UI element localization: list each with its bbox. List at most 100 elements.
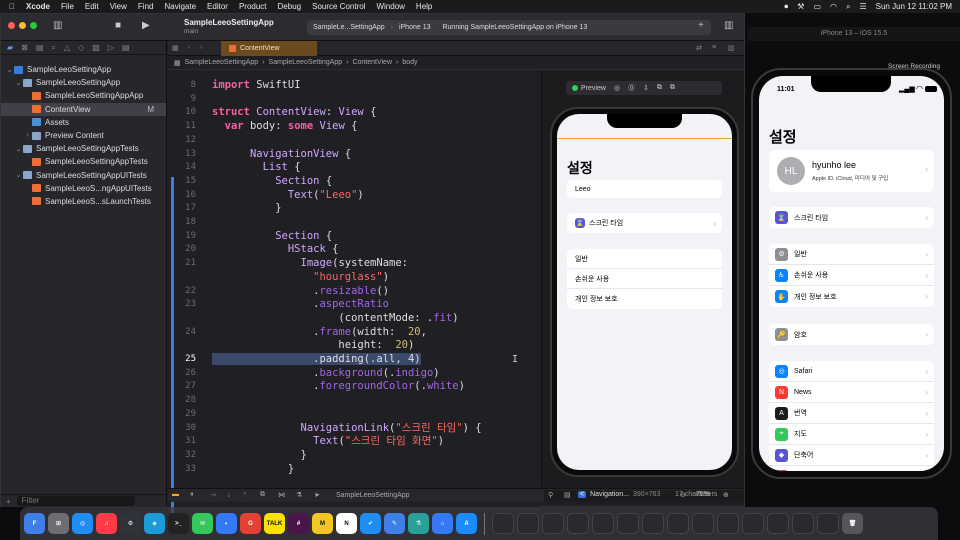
- search-icon[interactable]: ⌕: [846, 2, 850, 12]
- dock-minimized-window[interactable]: [792, 513, 814, 534]
- dock-app-icon[interactable]: ◐: [216, 513, 237, 534]
- file-tree-item[interactable]: SampleLeeoSettingAppTests: [1, 155, 166, 168]
- preview-row-privacy[interactable]: 개인 정보 보호: [567, 289, 722, 309]
- code-line[interactable]: .aspectRatio: [212, 298, 389, 312]
- dock-minimized-window[interactable]: [642, 513, 664, 534]
- file-tree-item[interactable]: ⌄ SampleLeeoSettingAppUITests: [1, 169, 166, 182]
- simulator-screen[interactable]: 11:01 ▂▄▆ ◠ 설정 HL hyunho lee Apple ID, i…: [759, 76, 944, 471]
- duplicate-icon[interactable]: ⧉: [670, 84, 675, 92]
- device-selector[interactable]: iPhone 13: [399, 24, 431, 31]
- settings-row[interactable]: A 번역 ›: [769, 403, 934, 424]
- code-line[interactable]: .background(.indigo): [212, 367, 439, 381]
- code-line[interactable]: "hourglass"): [212, 271, 389, 285]
- wifi-icon[interactable]: ◠: [830, 2, 837, 11]
- code-line[interactable]: var body: some View {: [212, 120, 358, 134]
- inspector-toggle-icon[interactable]: ▥: [724, 20, 733, 31]
- preview-row-leeo[interactable]: Leeo: [567, 180, 722, 198]
- settings-row[interactable]: ✋ 개인 정보 보호 ›: [769, 286, 934, 307]
- settings-row[interactable]: ♥건강›: [769, 466, 934, 471]
- code-line[interactable]: Text("스크린 타임 화면"): [212, 435, 444, 449]
- code-line[interactable]: .frame(width: 20,: [212, 326, 427, 340]
- menubar-clock[interactable]: Sun Jun 12 11:02 PM: [876, 2, 952, 11]
- code-line[interactable]: List {: [212, 161, 301, 175]
- code-lines[interactable]: 8 import SwiftUI 9 10 struct ContentView: Vi…: [168, 79, 540, 495]
- file-tree-item[interactable]: SampleLeeoS...ngAppUITests: [1, 182, 166, 195]
- code-line[interactable]: NavigationView {: [212, 148, 351, 162]
- refresh-icon[interactable]: ⇄: [696, 44, 702, 52]
- activity-viewer[interactable]: SampleLe...SettingApp › iPhone 13 Runnin…: [307, 20, 711, 35]
- dock-minimized-window[interactable]: [817, 513, 839, 534]
- inspect-icon[interactable]: ⇩: [643, 84, 649, 92]
- code-line[interactable]: Section {: [212, 230, 332, 244]
- dock-app-icon[interactable]: ✎: [384, 513, 405, 534]
- trash-icon[interactable]: 🗑: [842, 513, 863, 534]
- settings-row[interactable]: ⌛ 스크린 타임 ›: [769, 207, 934, 228]
- dock-app-icon[interactable]: ✔: [360, 513, 381, 534]
- source-control-icon[interactable]: ⊠: [21, 43, 28, 52]
- dock-minimized-window[interactable]: [592, 513, 614, 534]
- test-icon[interactable]: ◇: [78, 43, 84, 52]
- back-icon[interactable]: ‹: [188, 44, 190, 51]
- code-line[interactable]: .foregroundColor(.white): [212, 380, 465, 394]
- file-tree-item[interactable]: ContentView M: [1, 102, 166, 116]
- code-line[interactable]: }: [212, 463, 294, 477]
- close-window-button[interactable]: [8, 22, 15, 29]
- editor-options-icon[interactable]: ≡: [712, 44, 716, 51]
- minimize-window-button[interactable]: [19, 22, 26, 29]
- dock-minimized-window[interactable]: [517, 513, 539, 534]
- settings-row[interactable]: 🔑 암호 ›: [769, 324, 934, 345]
- zoom-window-button[interactable]: [30, 22, 37, 29]
- stop-icon[interactable]: ■: [115, 20, 121, 31]
- code-line[interactable]: height: 20): [212, 339, 414, 353]
- code-line[interactable]: .resizable(): [212, 285, 389, 299]
- sidebar-toggle-icon[interactable]: ▥: [53, 20, 62, 31]
- debug-icon[interactable]: ▧: [92, 43, 100, 52]
- dock-app-icon[interactable]: M: [312, 513, 333, 534]
- preview-row-accessibility[interactable]: 손쉬운 사용: [567, 269, 722, 289]
- file-tree-item[interactable]: ⌄ SampleLeeoSettingApp: [1, 76, 166, 89]
- preview-label[interactable]: Preview: [581, 85, 606, 92]
- code-line[interactable]: NavigationLink("스크린 타임") {: [212, 422, 482, 436]
- location-icon[interactable]: ➤: [314, 491, 320, 499]
- menu-xcode[interactable]: Xcode: [26, 2, 50, 11]
- file-tree-item[interactable]: SampleLeeoS...sLaunchTests: [1, 195, 166, 208]
- add-icon[interactable]: +: [698, 20, 704, 31]
- dock-app-icon[interactable]: TALK: [264, 513, 285, 534]
- preview-device-selector[interactable]: < Navigation... 390×763: [578, 491, 660, 498]
- code-editor[interactable]: 8 import SwiftUI 9 10 struct ContentView: Vi…: [168, 71, 540, 513]
- disclosure-icon[interactable]: ⌄: [14, 145, 23, 153]
- settings-row[interactable]: ⌖ 지도 ›: [769, 424, 934, 445]
- memory-graph-icon[interactable]: ⋈: [278, 491, 285, 499]
- breadcrumb-symbol[interactable]: body: [402, 59, 417, 66]
- breadcrumb-file[interactable]: ContentView: [352, 59, 392, 66]
- preview-row-general[interactable]: 일반: [567, 249, 722, 269]
- dock-minimized-window[interactable]: [542, 513, 564, 534]
- menu-source-control[interactable]: Source Control: [312, 2, 365, 11]
- dock-app-icon[interactable]: ◎: [72, 513, 93, 534]
- code-line[interactable]: (contentMode: .fit): [212, 312, 458, 326]
- dock-app-icon[interactable]: ✉: [192, 513, 213, 534]
- file-tree-item[interactable]: ⌄ SampleLeeoSettingAppTests: [1, 142, 166, 155]
- record-icon[interactable]: ⏺: [784, 2, 788, 12]
- code-line[interactable]: Image(systemName:: [212, 257, 408, 271]
- filter-input[interactable]: Filter: [16, 496, 135, 506]
- variants-icon[interactable]: ▤: [564, 491, 571, 499]
- dock-app-icon[interactable]: ♫: [96, 513, 117, 534]
- dock-app-icon[interactable]: A: [456, 513, 477, 534]
- battery-icon[interactable]: ▭: [813, 2, 821, 11]
- report-icon[interactable]: ▤: [122, 43, 130, 52]
- dock-minimized-window[interactable]: [742, 513, 764, 534]
- split-editor-icon[interactable]: ▥: [728, 44, 735, 52]
- dock-app-icon[interactable]: ⊞: [48, 513, 69, 534]
- settings-row[interactable]: ◎ Safari ›: [769, 361, 934, 382]
- file-tree-item[interactable]: Assets: [1, 116, 166, 129]
- dock-minimized-window[interactable]: [492, 513, 514, 534]
- dock-minimized-window[interactable]: [692, 513, 714, 534]
- code-line[interactable]: }: [212, 202, 281, 216]
- related-items-icon[interactable]: ▦: [174, 59, 181, 67]
- pin-preview-icon[interactable]: ⚲: [548, 491, 553, 499]
- dock-app-icon[interactable]: ⚙: [120, 513, 141, 534]
- run-icon[interactable]: ▶: [142, 20, 150, 31]
- menu-help[interactable]: Help: [416, 2, 432, 11]
- find-icon[interactable]: ⌕: [51, 43, 55, 53]
